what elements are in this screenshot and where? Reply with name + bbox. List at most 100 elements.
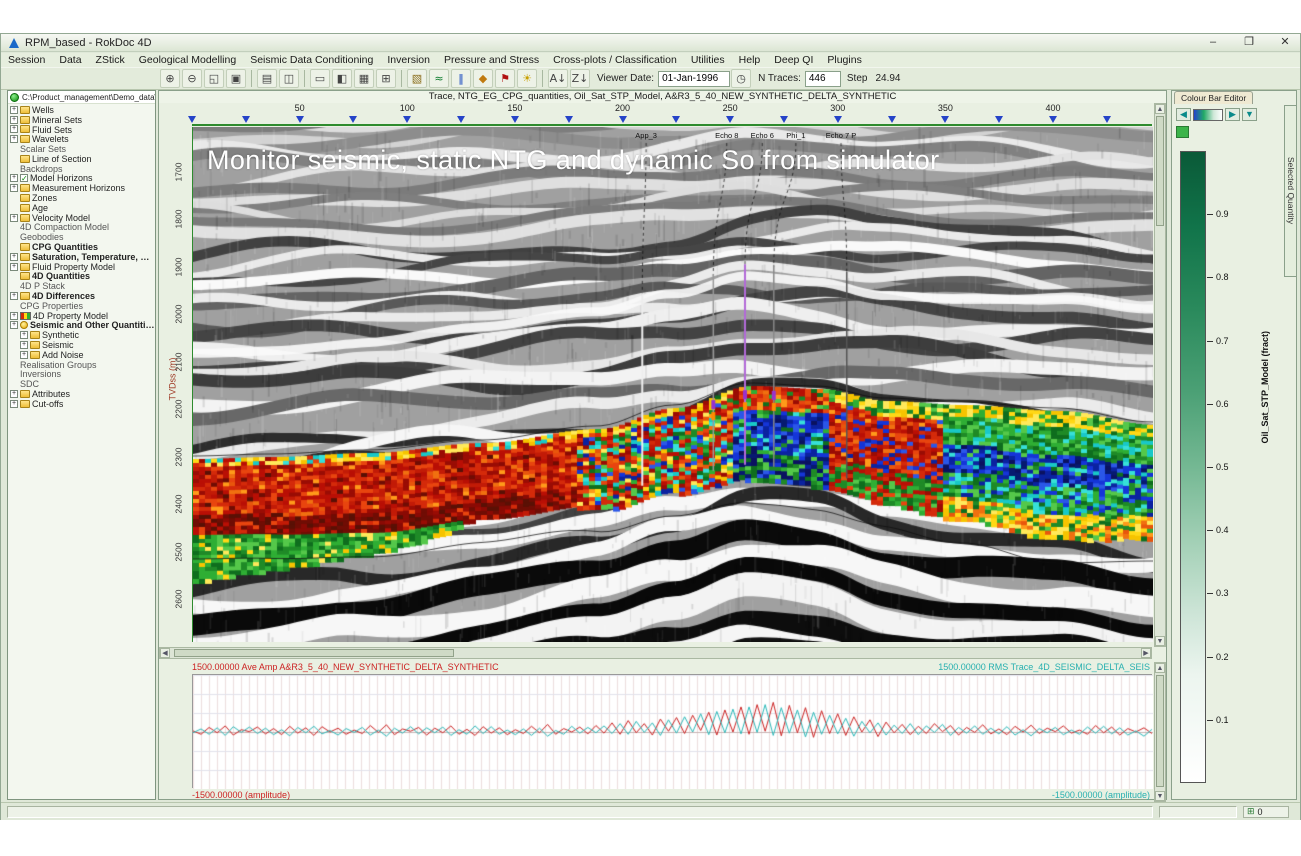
colourbar-dropdown-icon[interactable]: ▼: [1242, 108, 1257, 121]
colour-gradient-bar[interactable]: [1180, 151, 1206, 783]
tree-item-cpg-quantities[interactable]: CPG Quantities: [8, 242, 155, 252]
zoom-reset-icon[interactable]: ▣: [226, 69, 246, 88]
scroll-left-icon[interactable]: ◀: [160, 648, 170, 658]
tree-item-model-horizons[interactable]: +✓Model Horizons: [8, 174, 155, 184]
tree-item-cpg-properties[interactable]: CPG Properties: [8, 301, 155, 311]
selected-quantity-tab[interactable]: Selected Quantity: [1284, 105, 1297, 277]
copy-view-icon[interactable]: ◫: [279, 69, 299, 88]
tree-item-attributes[interactable]: +Attributes: [8, 389, 155, 399]
menu-item-seismic-data-conditioning[interactable]: Seismic Data Conditioning: [243, 54, 380, 67]
tree-expander-icon[interactable]: +: [10, 135, 18, 143]
colourbar-next-icon[interactable]: ▶: [1225, 108, 1240, 121]
colourbar-prev-icon[interactable]: ◀: [1176, 108, 1191, 121]
tree-root[interactable]: C:\Product_management\Demo_data\Res: [8, 91, 155, 104]
tree-expander-icon[interactable]: +: [10, 312, 18, 320]
clock-icon[interactable]: ◷: [731, 69, 751, 88]
backdrop-icon[interactable]: ▧: [407, 69, 427, 88]
flag-icon[interactable]: ⚑: [495, 69, 515, 88]
tree-item-geobodies[interactable]: Geobodies: [8, 232, 155, 242]
tree-expander-icon[interactable]: +: [10, 390, 18, 398]
vscroll-thumb[interactable]: [1156, 116, 1164, 226]
chart-scroll-down-icon[interactable]: ▼: [1155, 791, 1165, 801]
close-button[interactable]: ✕: [1274, 35, 1296, 50]
n-traces-input[interactable]: [805, 71, 841, 87]
menu-item-session[interactable]: Session: [1, 54, 52, 67]
seismic-vscrollbar[interactable]: ▲ ▼: [1154, 103, 1166, 647]
horizons-icon[interactable]: ≈: [429, 69, 449, 88]
menu-item-pressure-and-stress[interactable]: Pressure and Stress: [437, 54, 546, 67]
menu-item-data[interactable]: Data: [52, 54, 88, 67]
zoom-out-icon[interactable]: ⊖: [182, 69, 202, 88]
scroll-down-icon[interactable]: ▼: [1155, 636, 1165, 646]
tree-item-synthetic[interactable]: +Synthetic: [8, 330, 155, 340]
grid-view-icon[interactable]: ▦: [354, 69, 374, 88]
tree-expander-icon[interactable]: +: [10, 184, 18, 192]
axes-icon[interactable]: ⊞: [376, 69, 396, 88]
tree-item-4d-differences[interactable]: +4D Differences: [8, 291, 155, 301]
chart-vscrollbar[interactable]: ▲ ▼: [1154, 662, 1166, 802]
menu-item-plugins[interactable]: Plugins: [820, 54, 868, 67]
tree-item-add-noise[interactable]: +Add Noise: [8, 350, 155, 360]
seismic-canvas[interactable]: [193, 127, 1153, 642]
tree-item-4d-quantities[interactable]: 4D Quantities: [8, 272, 155, 282]
amplitude-chart[interactable]: [192, 674, 1152, 788]
save-view-icon[interactable]: ▤: [257, 69, 277, 88]
tree-item-backdrops[interactable]: Backdrops: [8, 164, 155, 174]
sort-az-icon[interactable]: A↓: [548, 69, 568, 88]
tree-expander-icon[interactable]: +: [10, 253, 18, 261]
tree-expander-icon[interactable]: +: [10, 174, 18, 182]
colourbar-preview[interactable]: [1193, 109, 1223, 121]
tree-expander-icon[interactable]: +: [10, 214, 18, 222]
tree-expander-icon[interactable]: +: [10, 321, 18, 329]
tree-item-velocity-model[interactable]: +Velocity Model: [8, 213, 155, 223]
tree-expander-icon[interactable]: +: [10, 125, 18, 133]
menu-item-utilities[interactable]: Utilities: [684, 54, 732, 67]
tree-item-inversions[interactable]: Inversions: [8, 370, 155, 380]
tree-item-4d-property-model[interactable]: +4D Property Model: [8, 311, 155, 321]
amplitude-canvas[interactable]: [193, 675, 1153, 789]
tree-item-seismic-and-other-quantities[interactable]: +Seismic and Other Quantities: [8, 321, 155, 331]
menu-item-deep-qi[interactable]: Deep QI: [767, 54, 820, 67]
chart-vscroll-thumb[interactable]: [1156, 675, 1164, 787]
tree-item-line-of-section[interactable]: Line of Section: [8, 154, 155, 164]
tree-item-4d-p-stack[interactable]: 4D P Stack: [8, 281, 155, 291]
menu-item-help[interactable]: Help: [732, 54, 768, 67]
layout-split-icon[interactable]: ◧: [332, 69, 352, 88]
seismic-hscrollbar[interactable]: ◀ ▶: [159, 647, 1152, 659]
tree-item-mineral-sets[interactable]: +Mineral Sets: [8, 115, 155, 125]
menu-item-zstick[interactable]: ZStick: [89, 54, 132, 67]
tree-expander-icon[interactable]: +: [20, 341, 28, 349]
zoom-area-icon[interactable]: ◱: [204, 69, 224, 88]
quantity-display-icon[interactable]: ◆: [473, 69, 493, 88]
viewer-date-input[interactable]: [658, 71, 730, 87]
layout-single-icon[interactable]: ▭: [310, 69, 330, 88]
tree-item-wavelets[interactable]: +Wavelets: [8, 134, 155, 144]
tree-expander-icon[interactable]: +: [10, 400, 18, 408]
tree-item-seismic[interactable]: +Seismic: [8, 340, 155, 350]
minimize-button[interactable]: –: [1202, 35, 1224, 50]
tree-item-fluid-sets[interactable]: +Fluid Sets: [8, 125, 155, 135]
tree-expander-icon[interactable]: +: [10, 292, 18, 300]
sort-za-icon[interactable]: Z↓: [570, 69, 590, 88]
zoom-in-icon[interactable]: ⊕: [160, 69, 180, 88]
tree-item-scalar-sets[interactable]: Scalar Sets: [8, 144, 155, 154]
tree-item-saturation-temperature-pres[interactable]: +Saturation, Temperature, & Pres: [8, 252, 155, 262]
tree-item-zones[interactable]: Zones: [8, 193, 155, 203]
tree-item-age[interactable]: Age: [8, 203, 155, 213]
tree-expander-icon[interactable]: +: [10, 116, 18, 124]
checkbox-checked-icon[interactable]: ✓: [20, 174, 28, 182]
tree-item-sdc[interactable]: SDC: [8, 379, 155, 389]
menu-item-inversion[interactable]: Inversion: [380, 54, 437, 67]
tree-expander-icon[interactable]: +: [10, 263, 18, 271]
scroll-right-icon[interactable]: ▶: [1141, 648, 1151, 658]
menu-item-geological-modelling[interactable]: Geological Modelling: [132, 54, 243, 67]
tree-expander-icon[interactable]: +: [20, 351, 28, 359]
light-icon[interactable]: ☀: [517, 69, 537, 88]
chart-scroll-up-icon[interactable]: ▲: [1155, 663, 1165, 673]
tree-item-fluid-property-model[interactable]: +Fluid Property Model: [8, 262, 155, 272]
tree-item-wells[interactable]: +Wells: [8, 105, 155, 115]
tree-item-cut-offs[interactable]: +Cut-offs: [8, 399, 155, 409]
tree-expander-icon[interactable]: +: [10, 106, 18, 114]
hscroll-thumb[interactable]: [174, 649, 454, 657]
colour-bar-editor-tab[interactable]: Colour Bar Editor: [1174, 91, 1253, 104]
